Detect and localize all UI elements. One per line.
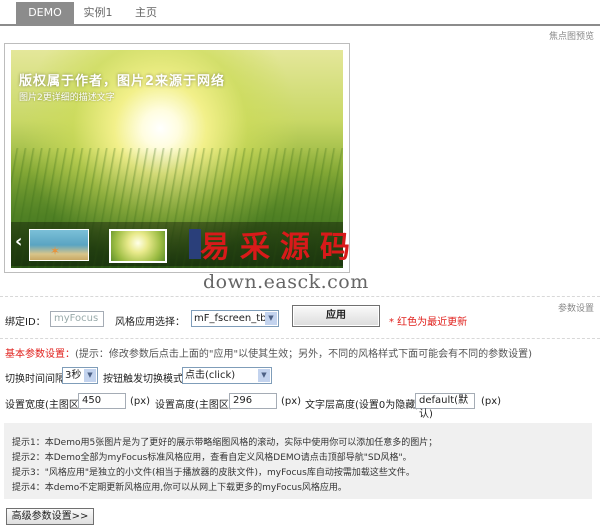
tip-line: 提示1：本Demo用5张图片是为了更好的展示带略缩图风格的滚动，实际中使用你可以…: [12, 438, 438, 448]
bind-id-label: 绑定ID：: [5, 317, 46, 328]
tip-line: 提示4：本demo不定期更新风格应用,你可以从网上下载更多的myFocus风格应…: [12, 483, 347, 493]
chevron-down-icon: ▼: [265, 312, 277, 325]
watermark-url: down.easck.com: [203, 271, 369, 293]
apply-button[interactable]: 应用: [292, 305, 380, 327]
interval-select[interactable]: 3秒 ▼: [62, 367, 98, 384]
text-height-unit: (px): [481, 396, 502, 407]
prev-arrow-icon[interactable]: ‹: [15, 230, 22, 254]
trigger-mode-value: 点击(click): [185, 370, 236, 381]
height-unit: (px): [281, 396, 302, 407]
chevron-down-icon: ▼: [258, 369, 270, 382]
style-select[interactable]: mF_fscreen_tb ▼: [191, 310, 279, 327]
thumbnail-1[interactable]: ✶: [29, 229, 89, 261]
divider: [0, 338, 600, 339]
thumbnail-2[interactable]: [109, 229, 167, 263]
tips-box: 提示1：本Demo用5张图片是为了更好的展示带略缩图风格的滚动，实际中使用你可以…: [4, 423, 592, 499]
slide-subtitle: 图片2更详细的描述文字: [19, 93, 115, 103]
style-select-value: mF_fscreen_tb: [194, 313, 267, 324]
watermark-chinese: 易采源码: [200, 230, 360, 265]
bind-id-input[interactable]: myFocus: [50, 311, 104, 327]
advanced-settings-button[interactable]: 高级参数设置>>: [6, 508, 94, 525]
tab-home[interactable]: 主页: [124, 2, 168, 24]
height-input[interactable]: 296: [229, 393, 277, 409]
trigger-mode-select[interactable]: 点击(click) ▼: [182, 367, 272, 384]
tab-demo[interactable]: DEMO: [16, 2, 74, 24]
trigger-mode-label: 按钮触发切换模式：: [103, 374, 193, 385]
preview-section-label: 焦点图预览: [548, 32, 594, 42]
width-input[interactable]: 450: [78, 393, 126, 409]
tip-line: 提示2：本Demo全部为myFocus标准风格应用，查看自定义风格DEMO请点击…: [12, 453, 412, 463]
chevron-down-icon: ▼: [84, 369, 96, 382]
tip-line: 提示3："风格应用"是独立的小文件(相当于播放器的皮肤文件)，myFocus库自…: [12, 468, 415, 478]
basic-params-hint: (提示：修改参数后点击上面的"应用"以使其生效；另外，不同的风格样式下面可能会有…: [75, 349, 533, 360]
style-select-label: 风格应用选择：: [115, 317, 185, 328]
params-section-label: 参数设置: [557, 304, 594, 314]
text-height-label: 文字层高度(设置0为隐藏)：: [305, 400, 430, 411]
starfish-icon: ✶: [50, 244, 61, 258]
width-unit: (px): [130, 396, 151, 407]
text-height-input[interactable]: default(默认): [415, 393, 475, 420]
interval-select-value: 3秒: [65, 370, 82, 381]
recent-update-note: * 红色为最近更新: [389, 317, 468, 328]
divider: [0, 296, 600, 297]
slide-title: 版权属于作者，图片2来源于网络: [19, 74, 226, 89]
tab-bar: DEMO 实例1 主页: [0, 0, 600, 26]
basic-params-heading: 基本参数设置：(提示：修改参数后点击上面的"应用"以使其生效；另外，不同的风格样…: [5, 345, 532, 360]
tab-example-1[interactable]: 实例1: [76, 2, 120, 24]
basic-params-title: 基本参数设置：: [5, 349, 75, 360]
